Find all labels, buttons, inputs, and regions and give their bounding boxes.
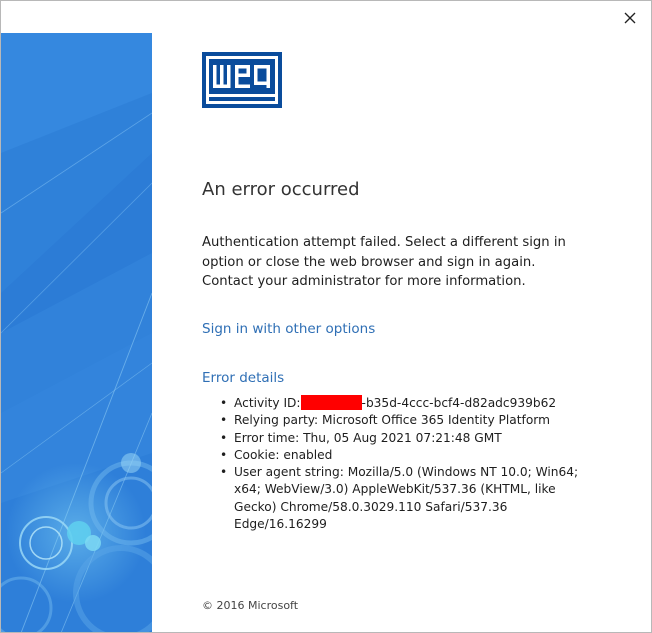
error-details-link[interactable]: Error details xyxy=(202,370,284,386)
auth-error-window: An error occurred Authentication attempt… xyxy=(0,0,652,633)
detail-error-time: Error time: Thu, 05 Aug 2021 07:21:48 GM… xyxy=(202,430,582,448)
detail-user-agent: User agent string: Mozilla/5.0 (Windows … xyxy=(202,464,582,533)
error-details-list: Activity ID: -b35d-4ccc-bcf4-d82adc939b62… xyxy=(202,395,582,533)
close-icon xyxy=(624,12,636,24)
activity-id-value: -b35d-4ccc-bcf4-d82adc939b62 xyxy=(361,396,557,410)
detail-cookie: Cookie: enabled xyxy=(202,447,582,465)
weg-logo xyxy=(202,52,282,108)
error-title: An error occurred xyxy=(202,179,360,200)
close-button[interactable] xyxy=(619,7,641,29)
copyright-footer: © 2016 Microsoft xyxy=(202,599,299,612)
sign-in-other-options-link[interactable]: Sign in with other options xyxy=(202,321,375,337)
redaction-box xyxy=(300,395,362,410)
detail-activity-id: Activity ID: -b35d-4ccc-bcf4-d82adc939b62 xyxy=(202,395,582,413)
activity-id-label: Activity ID: xyxy=(234,396,301,410)
decorative-side-illustration xyxy=(1,33,152,632)
detail-relying-party: Relying party: Microsoft Office 365 Iden… xyxy=(202,412,582,430)
error-message: Authentication attempt failed. Select a … xyxy=(202,235,566,289)
